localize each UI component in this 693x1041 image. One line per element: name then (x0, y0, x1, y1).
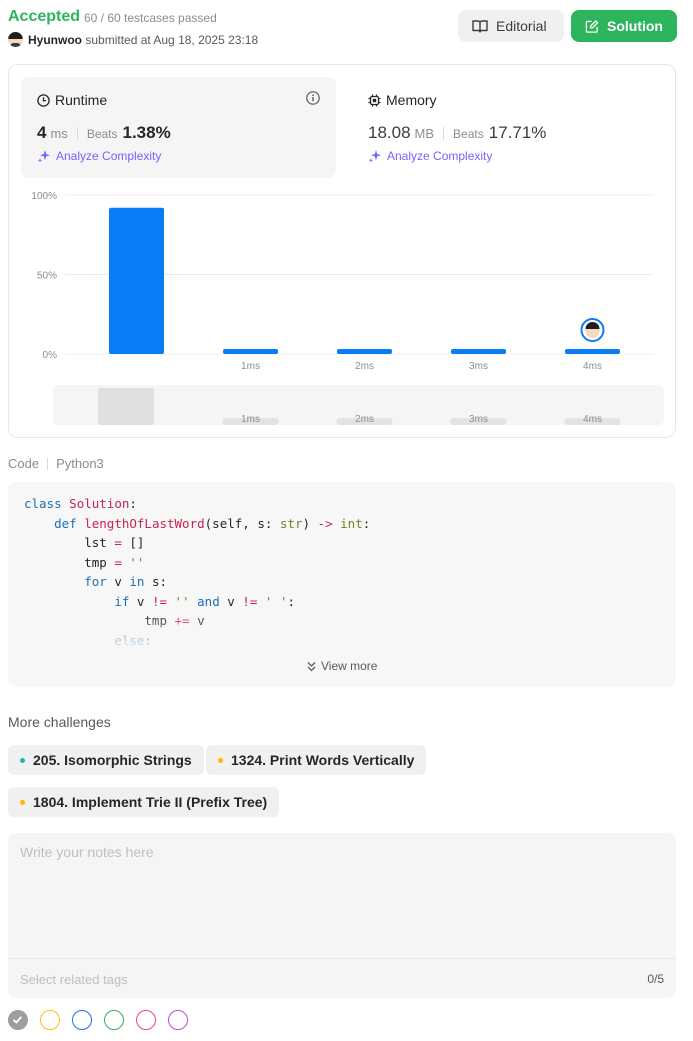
runtime-metric: 4 ms Beats 1.38% (37, 123, 171, 143)
notes-input[interactable]: Write your notes here (20, 844, 154, 860)
memory-unit: MB (414, 126, 435, 141)
navigator-tick-label: 4ms (583, 414, 602, 425)
navigator-tick-label: 2ms (355, 414, 374, 425)
more-challenges-title: More challenges (8, 714, 111, 730)
divider (76, 126, 78, 140)
testcases-passed: 60 / 60 testcases passed (84, 11, 217, 25)
memory-title-text: Memory (386, 92, 437, 108)
chart-bar (565, 349, 620, 354)
challenge-label: 205. Isomorphic Strings (33, 752, 192, 768)
challenge-chip[interactable]: 1804. Implement Trie II (Prefix Tree) (8, 787, 280, 817)
check-icon (12, 1016, 23, 1024)
code-label: Code (8, 456, 40, 471)
navigator-tick-label: 3ms (469, 414, 488, 425)
submission-status: Accepted (8, 8, 81, 25)
color-blue[interactable] (72, 1010, 92, 1030)
runtime-distribution-chart[interactable]: 100% 50% 0% 1ms 2ms 3ms 4ms 1ms 2ms 3ms 4ms (9, 183, 675, 433)
runtime-panel[interactable]: Runtime 4 ms Beats 1.38% Analyze Complex… (21, 77, 336, 178)
sparkle-icon (37, 150, 50, 163)
editorial-button[interactable]: Editorial (458, 10, 564, 42)
editorial-label: Editorial (496, 18, 547, 34)
color-green[interactable] (104, 1010, 124, 1030)
tags-select[interactable]: Select related tags (20, 972, 128, 987)
code-header: Code Python3 (8, 456, 104, 471)
stats-card: Runtime 4 ms Beats 1.38% Analyze Complex… (8, 64, 676, 438)
x-tick-label: 2ms (355, 361, 374, 372)
difficulty-dot (218, 757, 223, 763)
code-viewer[interactable]: class Solution: def lengthOfLastWord(sel… (8, 482, 676, 687)
difficulty-dot (20, 757, 25, 763)
runtime-title-text: Runtime (55, 92, 108, 108)
tags-count: 0/5 (647, 972, 664, 986)
clock-icon (37, 93, 50, 107)
code-fade (8, 612, 676, 652)
y-tick-label: 0% (43, 350, 58, 361)
submission-meta: Hyunwoo submitted at Aug 18, 2025 23:18 (28, 33, 258, 47)
y-tick-label: 100% (31, 191, 57, 202)
chip-icon (368, 94, 381, 106)
memory-beats-label: Beats (453, 127, 484, 141)
runtime-value: 4 (37, 123, 47, 142)
runtime-beats-value: 1.38% (122, 123, 171, 142)
runtime-unit: ms (50, 126, 68, 141)
x-tick-label: 3ms (469, 361, 488, 372)
chart-bar (109, 207, 164, 354)
chart-bar (337, 349, 392, 354)
x-tick-label: 1ms (241, 361, 260, 372)
notes-editor[interactable]: Write your notes here Select related tag… (8, 833, 676, 998)
memory-analyze-complexity[interactable]: Analyze Complexity (368, 149, 492, 163)
solution-label: Solution (607, 18, 663, 34)
note-color-picker (8, 1010, 188, 1030)
runtime-analyze-label: Analyze Complexity (56, 149, 162, 163)
divider (8, 958, 676, 959)
view-more-label: View more (321, 659, 378, 673)
code-language: Python3 (56, 456, 104, 471)
memory-metric: 18.08 MB Beats 17.71% (368, 123, 546, 143)
chart-bar (223, 349, 278, 354)
edit-icon (585, 19, 599, 33)
navigator-handle-bar (98, 388, 154, 425)
book-icon (472, 20, 488, 33)
challenge-label: 1324. Print Words Vertically (231, 752, 415, 768)
runtime-beats-label: Beats (86, 127, 118, 141)
sparkle-icon (368, 150, 381, 163)
info-icon[interactable] (306, 91, 320, 105)
runtime-title: Runtime (37, 92, 107, 108)
y-tick-label: 50% (37, 271, 57, 282)
color-gray-selected[interactable] (8, 1010, 28, 1030)
navigator-tick-label: 1ms (241, 414, 260, 425)
color-yellow[interactable] (40, 1010, 60, 1030)
memory-analyze-label: Analyze Complexity (387, 149, 493, 163)
submitted-at: submitted at Aug 18, 2025 23:18 (85, 33, 259, 47)
challenge-chip[interactable]: 1324. Print Words Vertically (206, 745, 427, 775)
memory-value: 18.08 (368, 123, 411, 142)
color-purple[interactable] (168, 1010, 188, 1030)
view-more-button[interactable]: View more (306, 659, 377, 673)
submission-header: Accepted 60 / 60 testcases passed Hyunwo… (8, 6, 678, 52)
challenge-chip[interactable]: 205. Isomorphic Strings (8, 745, 204, 775)
username[interactable]: Hyunwoo (28, 33, 82, 47)
color-pink[interactable] (136, 1010, 156, 1030)
divider (443, 126, 445, 140)
difficulty-dot (20, 799, 25, 805)
user-avatar[interactable] (8, 32, 23, 47)
chart-bar (451, 349, 506, 354)
chevrons-down-icon (307, 661, 316, 671)
memory-beats-value: 17.71% (488, 123, 547, 142)
solution-button[interactable]: Solution (571, 10, 677, 42)
challenge-label: 1804. Implement Trie II (Prefix Tree) (33, 794, 268, 810)
memory-panel[interactable]: Memory 18.08 MB Beats 17.71% Analyze Com… (352, 77, 662, 178)
x-tick-label: 4ms (583, 361, 602, 372)
runtime-analyze-complexity[interactable]: Analyze Complexity (37, 149, 161, 163)
memory-title: Memory (368, 92, 437, 108)
divider (47, 457, 49, 470)
